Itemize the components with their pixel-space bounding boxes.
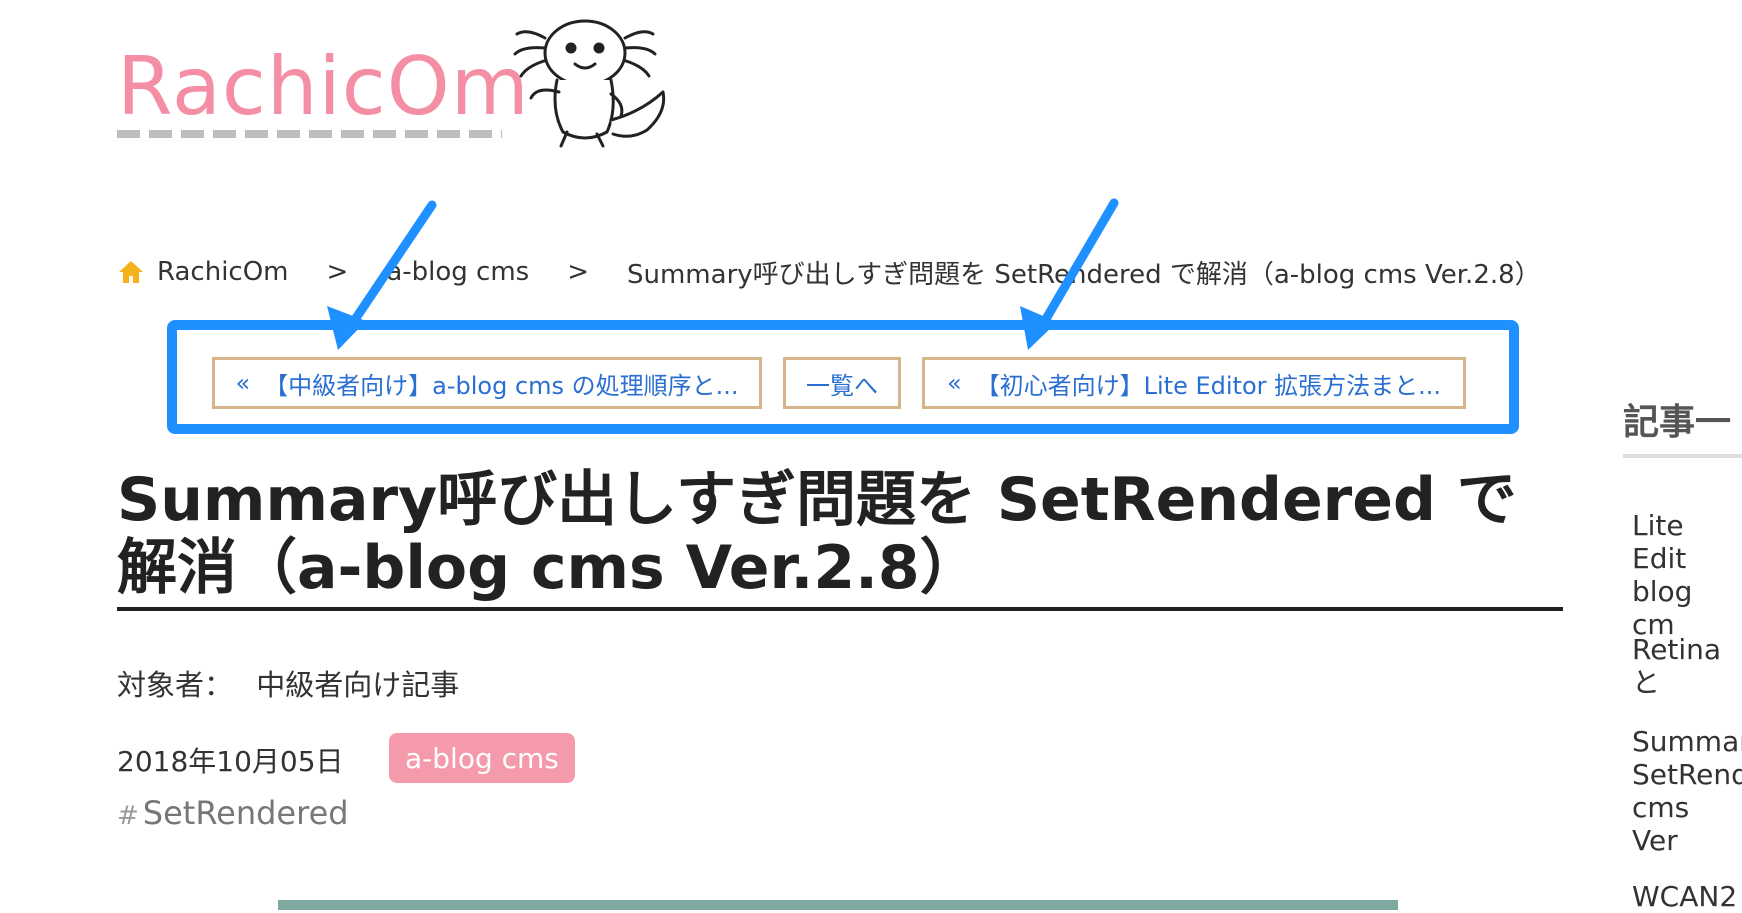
post-date: 2018年10月05日 xyxy=(117,745,344,778)
logo-text: RachicOm xyxy=(117,40,530,133)
prev-entry-label: 【中級者向け】a-blog cms の処理順序と... xyxy=(264,371,739,400)
tag-link[interactable]: # SetRendered xyxy=(117,794,349,832)
index-label: 一覧へ xyxy=(806,371,878,400)
sidebar-heading: 記事一 xyxy=(1623,402,1732,443)
axolotl-mascot-icon xyxy=(513,19,666,148)
category-badge[interactable]: a-blog cms xyxy=(389,733,575,783)
sidebar-divider xyxy=(1623,454,1742,458)
index-button[interactable]: 一覧へ xyxy=(783,357,901,409)
audience-line: 対象者： 中級者向け記事 xyxy=(117,662,459,704)
prev-entry-button[interactable]: « 【中級者向け】a-blog cms の処理順序と... xyxy=(212,357,762,409)
sidebar-entry-link[interactable]: Summar SetRend cms Ver xyxy=(1632,725,1742,857)
sidebar-entry-link[interactable]: Lite Edit blog cm xyxy=(1632,509,1742,641)
audience-value: 中級者向け記事 xyxy=(256,668,460,702)
breadcrumb-home[interactable]: RachicOm xyxy=(157,257,289,287)
article-title: Summary呼び出しすぎ問題を SetRendered で解消（a-blog … xyxy=(117,465,1517,603)
site-logo[interactable]: RachicOm xyxy=(117,19,677,160)
sidebar-entry-link[interactable]: WCAN2 xyxy=(1632,880,1742,913)
sidebar-entry-link[interactable]: Retina と xyxy=(1632,633,1742,699)
breadcrumb: RachicOm > a-blog cms > Summary呼び出しすぎ問題を… xyxy=(117,255,1541,290)
breadcrumb-separator: > xyxy=(326,257,349,287)
content-image-top xyxy=(278,900,1398,910)
next-arrow-icon: « xyxy=(946,369,962,397)
prev-arrow-icon: « xyxy=(235,369,251,397)
audience-label: 対象者： xyxy=(117,668,234,702)
breadcrumb-category[interactable]: a-blog cms xyxy=(386,257,529,287)
tag-label: SetRendered xyxy=(142,794,349,832)
next-entry-label: 【初心者向け】Lite Editor 拡張方法まと... xyxy=(975,371,1442,400)
title-divider xyxy=(117,607,1563,611)
hash-icon: # xyxy=(117,801,139,831)
logo-underline xyxy=(117,130,502,138)
breadcrumb-separator: > xyxy=(567,257,589,287)
home-icon xyxy=(119,261,143,283)
breadcrumb-current: Summary呼び出しすぎ問題を SetRendered で解消（a-blog … xyxy=(627,259,1541,290)
next-entry-button[interactable]: « 【初心者向け】Lite Editor 拡張方法まと... xyxy=(922,357,1466,409)
